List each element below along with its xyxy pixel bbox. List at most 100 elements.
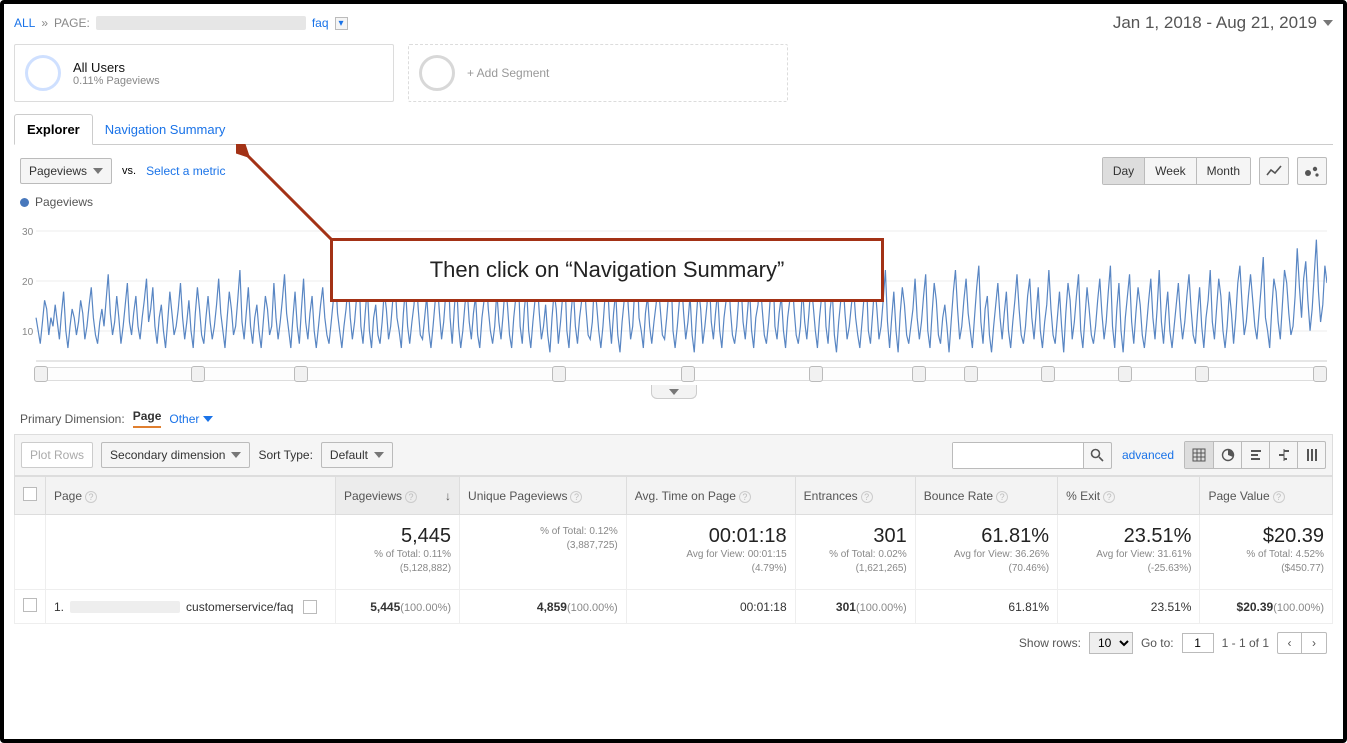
- page-range: 1 - 1 of 1: [1222, 636, 1269, 650]
- breadcrumb-separator: »: [41, 16, 48, 30]
- table-row[interactable]: 1. customerservice/faq 5,445(100.00%) 4,…: [15, 590, 1333, 624]
- motion-chart-toggle[interactable]: [1297, 157, 1327, 185]
- summary-row: 5,445% of Total: 0.11%(5,128,882) % of T…: [15, 515, 1333, 590]
- pivot-icon: [1305, 448, 1319, 462]
- slider-tick: [964, 366, 978, 382]
- expand-chart-button[interactable]: [651, 385, 697, 399]
- slider-tick: [809, 366, 823, 382]
- vs-label: vs.: [122, 165, 136, 177]
- show-rows-label: Show rows:: [1019, 636, 1081, 650]
- slider-tick: [294, 366, 308, 382]
- slider-tick: [1195, 366, 1209, 382]
- granularity-day[interactable]: Day: [1103, 158, 1144, 184]
- sort-type-label: Sort Type:: [258, 448, 312, 462]
- select-all-checkbox[interactable]: [23, 487, 37, 501]
- breadcrumb-all[interactable]: ALL: [14, 16, 35, 30]
- comparison-icon: [1277, 448, 1291, 462]
- view-table[interactable]: [1185, 442, 1213, 468]
- col-unique-pageviews[interactable]: Unique Pageviews?: [460, 477, 627, 515]
- svg-text:30: 30: [22, 227, 34, 238]
- chart-type-toggle[interactable]: [1259, 157, 1289, 185]
- add-segment-button[interactable]: + Add Segment: [408, 44, 788, 102]
- col-pct-exit[interactable]: % Exit?: [1058, 477, 1200, 515]
- help-icon[interactable]: ?: [85, 491, 97, 503]
- caret-down-icon: [231, 452, 241, 458]
- show-rows-select[interactable]: 10: [1089, 632, 1133, 654]
- bars-icon: [1249, 448, 1263, 462]
- slider-tick: [912, 366, 926, 382]
- segment-ring-icon: [25, 55, 61, 91]
- view-comparison[interactable]: [1269, 442, 1297, 468]
- slider-handle-left[interactable]: [34, 366, 48, 382]
- goto-label: Go to:: [1141, 636, 1174, 650]
- next-page[interactable]: ›: [1302, 633, 1326, 653]
- select-metric-link[interactable]: Select a metric: [146, 164, 225, 178]
- slider-tick: [552, 366, 566, 382]
- data-table: Page? Pageviews?↓ Unique Pageviews? Avg.…: [14, 476, 1333, 624]
- granularity-group: Day Week Month: [1102, 157, 1251, 185]
- view-pivot[interactable]: [1297, 442, 1325, 468]
- search-button[interactable]: [1083, 443, 1111, 468]
- col-page-value[interactable]: Page Value?: [1200, 477, 1333, 515]
- breadcrumb-page-label: PAGE:: [54, 16, 90, 30]
- legend-dot: [20, 198, 29, 207]
- time-range-slider[interactable]: [36, 367, 1325, 381]
- granularity-month[interactable]: Month: [1196, 158, 1250, 184]
- tab-navigation-summary[interactable]: Navigation Summary: [93, 115, 238, 144]
- row-page-path: customerservice/faq: [186, 600, 293, 614]
- help-icon[interactable]: ?: [570, 491, 582, 503]
- goto-input[interactable]: [1182, 633, 1214, 653]
- primary-metric-dropdown[interactable]: Pageviews: [20, 158, 112, 184]
- open-page-icon[interactable]: [303, 600, 317, 614]
- primary-dimension-label: Primary Dimension:: [20, 412, 125, 426]
- bubble-icon: [1304, 164, 1320, 178]
- tab-explorer[interactable]: Explorer: [14, 114, 93, 145]
- sort-type-dropdown[interactable]: Default: [321, 442, 393, 468]
- help-icon[interactable]: ?: [405, 491, 417, 503]
- breadcrumb-page-suffix: faq: [312, 16, 329, 30]
- row-number: 1.: [54, 600, 64, 614]
- add-segment-label: + Add Segment: [467, 66, 549, 80]
- help-icon[interactable]: ?: [1273, 491, 1285, 503]
- col-entrances[interactable]: Entrances?: [795, 477, 915, 515]
- col-avg-time[interactable]: Avg. Time on Page?: [626, 477, 795, 515]
- svg-text:20: 20: [22, 277, 34, 288]
- secondary-dimension-dropdown[interactable]: Secondary dimension: [101, 442, 250, 468]
- segment-title: All Users: [73, 60, 160, 75]
- help-icon[interactable]: ?: [739, 491, 751, 503]
- caret-down-icon: [669, 389, 679, 395]
- prev-page[interactable]: ‹: [1278, 633, 1302, 653]
- slider-tick: [1041, 366, 1055, 382]
- slider-tick: [681, 366, 695, 382]
- segment-ring-icon: [419, 55, 455, 91]
- advanced-link[interactable]: advanced: [1122, 448, 1174, 462]
- line-chart-icon: [1266, 164, 1282, 178]
- granularity-week[interactable]: Week: [1144, 158, 1195, 184]
- col-bounce-rate[interactable]: Bounce Rate?: [915, 477, 1057, 515]
- slider-handle-right[interactable]: [1313, 366, 1327, 382]
- plot-rows-button: Plot Rows: [21, 442, 93, 468]
- annotation-callout: Then click on “Navigation Summary”: [330, 238, 884, 302]
- col-pageviews[interactable]: Pageviews?↓: [336, 477, 460, 515]
- view-performance[interactable]: [1241, 442, 1269, 468]
- help-icon[interactable]: ?: [996, 491, 1008, 503]
- row-checkbox[interactable]: [23, 598, 37, 612]
- sort-desc-icon: ↓: [445, 489, 451, 503]
- segment-all-users[interactable]: All Users 0.11% Pageviews: [14, 44, 394, 102]
- help-icon[interactable]: ?: [861, 491, 873, 503]
- dimension-page[interactable]: Page: [133, 409, 162, 428]
- view-pie[interactable]: [1213, 442, 1241, 468]
- caret-down-icon: [203, 416, 213, 422]
- col-page[interactable]: Page?: [46, 477, 336, 515]
- pie-icon: [1221, 448, 1235, 462]
- search-box: [952, 442, 1112, 469]
- slider-tick: [191, 366, 205, 382]
- slider-tick: [1118, 366, 1132, 382]
- date-range-picker[interactable]: Jan 1, 2018 - Aug 21, 2019: [1113, 13, 1333, 33]
- primary-metric-label: Pageviews: [29, 164, 87, 178]
- caret-down-icon: [93, 168, 103, 174]
- dimension-other[interactable]: Other: [169, 412, 212, 426]
- breadcrumb-dropdown[interactable]: ▾: [335, 17, 348, 30]
- help-icon[interactable]: ?: [1103, 491, 1115, 503]
- search-input[interactable]: [953, 443, 1083, 468]
